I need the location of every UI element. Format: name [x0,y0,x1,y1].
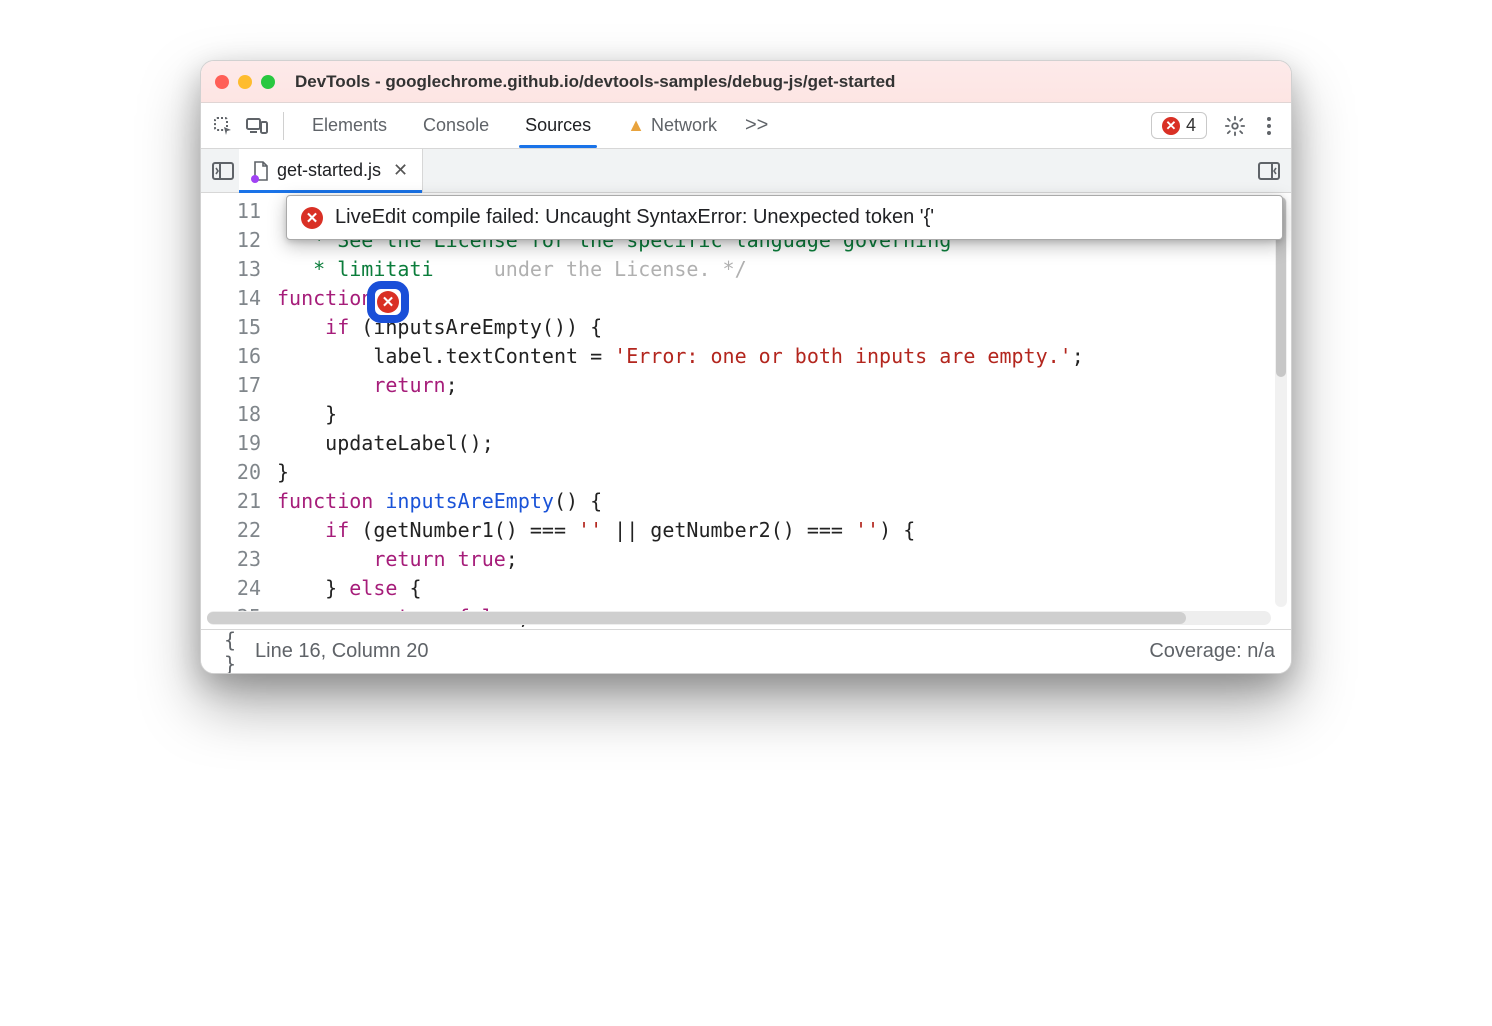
device-toolbar-icon[interactable] [241,110,273,142]
line-number[interactable]: 23 [201,545,261,574]
error-icon: ✕ [301,207,323,229]
code-line[interactable]: function inputsAreEmpty() { [277,487,1291,516]
traffic-lights [215,75,275,89]
line-number[interactable]: 17 [201,371,261,400]
code-area[interactable]: * WITHOUT WARRANTIES OR CONDITIONS OF AN… [277,193,1291,629]
line-number[interactable]: 21 [201,487,261,516]
error-count-badge[interactable]: ✕ 4 [1151,112,1207,139]
show-navigator-icon[interactable] [207,155,239,187]
window-minimize-button[interactable] [238,75,252,89]
line-number[interactable]: 12 [201,226,261,255]
code-line[interactable]: if (getNumber1() === '' || getNumber2() … [277,516,1291,545]
line-number[interactable]: 22 [201,516,261,545]
file-tab[interactable]: get-started.js ✕ [239,149,423,192]
code-line[interactable]: } else { [277,574,1291,603]
tab-network-label: Network [651,115,717,136]
inspect-element-icon[interactable] [207,110,239,142]
tab-elements[interactable]: Elements [294,103,405,148]
close-tab-icon[interactable]: ✕ [393,160,408,181]
tab-console[interactable]: Console [405,103,507,148]
line-number[interactable]: 15 [201,313,261,342]
warning-icon: ▲ [627,115,645,136]
code-line[interactable]: return true; [277,545,1291,574]
vertical-scrollbar[interactable] [1275,197,1287,607]
settings-gear-icon[interactable] [1219,110,1251,142]
code-line[interactable]: return; [277,371,1291,400]
code-line[interactable]: if (inputsAreEmpty()) { [277,313,1291,342]
file-modified-icon [253,161,269,181]
panel-tabs: Elements Console Sources ▲ Network [294,103,735,148]
window-title: DevTools - googlechrome.github.io/devtoo… [295,72,895,92]
pretty-print-icon[interactable]: { } [217,628,243,675]
error-tooltip-message: LiveEdit compile failed: Uncaught Syntax… [335,206,934,229]
window-titlebar: DevTools - googlechrome.github.io/devtoo… [201,61,1291,103]
code-line[interactable]: label.textContent = 'Error: one or both … [277,342,1291,371]
line-number[interactable]: 16 [201,342,261,371]
window-zoom-button[interactable] [261,75,275,89]
line-number[interactable]: 11 [201,197,261,226]
error-icon: ✕ [377,291,399,313]
window-close-button[interactable] [215,75,229,89]
error-count: 4 [1186,115,1196,136]
tab-network[interactable]: ▲ Network [609,103,735,148]
line-number[interactable]: 19 [201,429,261,458]
code-editor[interactable]: 111213141516171819202122232425 * WITHOUT… [201,193,1291,629]
toolbar-separator [283,112,284,140]
line-number[interactable]: 18 [201,400,261,429]
inline-error-marker[interactable]: ✕ [367,281,409,323]
code-line[interactable]: } [277,400,1291,429]
line-number[interactable]: 24 [201,574,261,603]
devtools-window: DevTools - googlechrome.github.io/devtoo… [200,60,1292,674]
line-number[interactable]: 20 [201,458,261,487]
devtools-toolbar: Elements Console Sources ▲ Network >> ✕ … [201,103,1291,149]
code-line[interactable]: * limitati under the License. */ [277,255,1291,284]
tab-sources[interactable]: Sources [507,103,609,148]
line-number-gutter[interactable]: 111213141516171819202122232425 [201,193,277,629]
line-number[interactable]: 13 [201,255,261,284]
code-line[interactable]: updateLabel(); [277,429,1291,458]
line-number[interactable]: 14 [201,284,261,313]
show-debugger-sidebar-icon[interactable] [1253,155,1285,187]
editor-statusbar: { } Line 16, Column 20 Coverage: n/a [201,629,1291,673]
code-line[interactable]: function [277,284,1291,313]
cursor-position: Line 16, Column 20 [255,640,428,663]
file-tab-name: get-started.js [277,160,381,181]
more-tabs-button[interactable]: >> [737,114,776,137]
code-line[interactable]: } [277,458,1291,487]
error-tooltip: ✕ LiveEdit compile failed: Uncaught Synt… [286,195,1283,240]
error-icon: ✕ [1162,117,1180,135]
horizontal-scrollbar[interactable] [207,611,1271,625]
scrollbar-thumb[interactable] [207,612,1186,624]
kebab-menu-icon[interactable] [1253,110,1285,142]
sources-filebar: get-started.js ✕ [201,149,1291,193]
coverage-status: Coverage: n/a [1149,640,1275,663]
